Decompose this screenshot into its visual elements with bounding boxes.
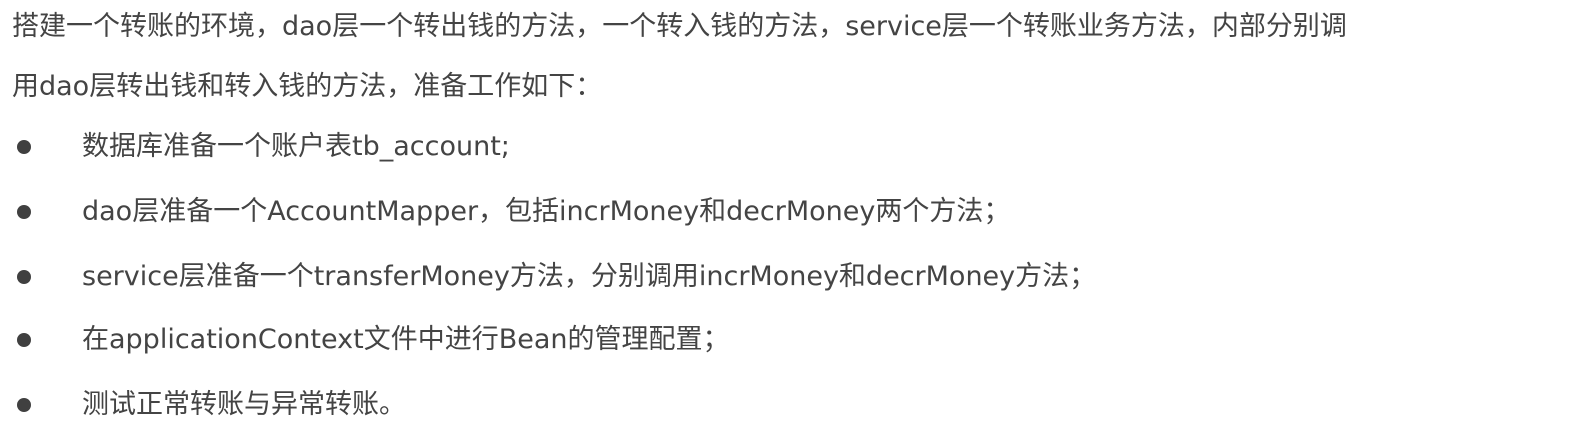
bullet-icon	[17, 270, 31, 284]
intro-paragraph-line-1: 搭建一个转账的环境，dao层一个转出钱的方法，一个转入钱的方法，service层…	[12, 11, 1347, 42]
bullet-icon	[17, 140, 31, 154]
bullet-icon	[17, 333, 31, 347]
list-item-text: 数据库准备一个账户表tb_account;	[82, 131, 510, 162]
document-page: 搭建一个转账的环境，dao层一个转出钱的方法，一个转入钱的方法，service层…	[0, 0, 1589, 434]
list-item-text: service层准备一个transferMoney方法，分别调用incrMone…	[82, 261, 1097, 292]
list-item-text: dao层准备一个AccountMapper，包括incrMoney和decrMo…	[82, 196, 1011, 227]
list-item-text: 测试正常转账与异常转账。	[82, 389, 406, 420]
bullet-icon	[17, 205, 31, 219]
intro-paragraph-line-2: 用dao层转出钱和转入钱的方法，准备工作如下：	[12, 71, 603, 102]
list-item-text: 在applicationContext文件中进行Bean的管理配置；	[82, 324, 730, 355]
bullet-icon	[17, 398, 31, 412]
